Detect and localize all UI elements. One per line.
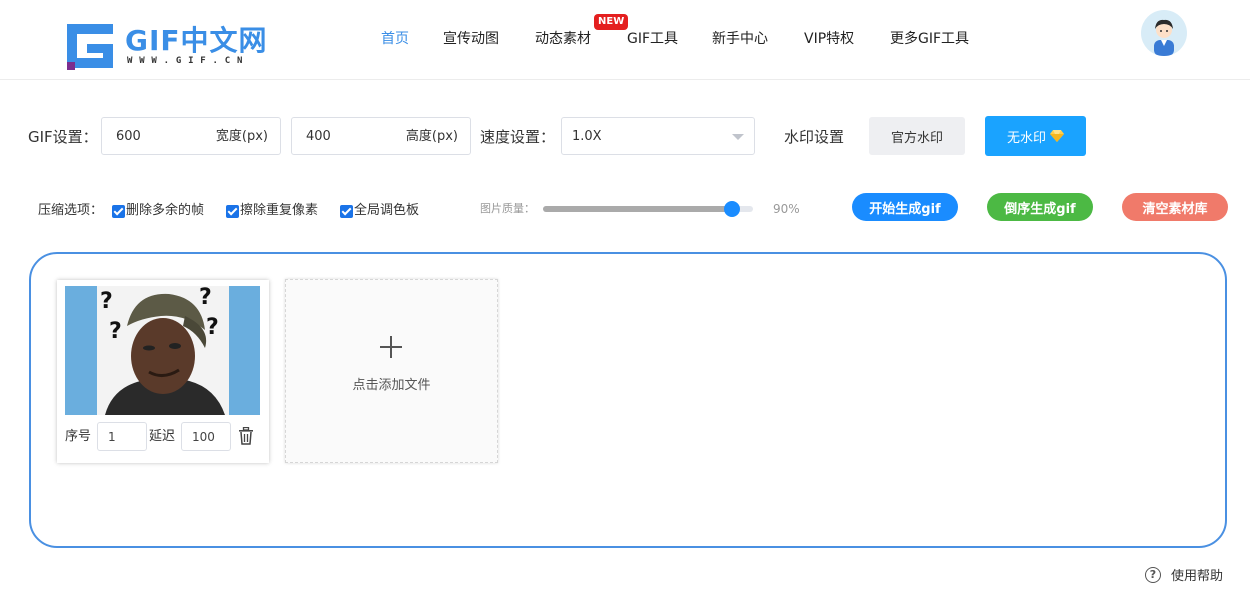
quality-slider-track[interactable] [543,206,753,212]
svg-text:?: ? [206,315,219,340]
gif-settings-label: GIF设置： [28,128,98,146]
svg-text:?: ? [100,289,113,314]
start-generate-gif-button[interactable]: 开始生成gif [852,193,958,221]
checkbox-label: 删除多余的帧 [126,203,205,218]
order-value: 1 [108,430,116,444]
help-link[interactable]: ? 使用帮助 [1145,565,1223,584]
trash-icon[interactable] [238,427,254,445]
logo-title: GIF中文网 [125,24,268,57]
frame-thumbnail[interactable]: ? ? ? ? [65,286,260,415]
nav-promo-gifs[interactable]: 宣传动图 [443,29,499,49]
add-file-card[interactable]: 点击添加文件 [285,279,498,463]
speed-select[interactable]: 1.0X [561,117,755,155]
help-label: 使用帮助 [1171,569,1224,584]
delay-input[interactable]: 100 [181,422,231,451]
reverse-generate-gif-button[interactable]: 倒序生成gif [987,193,1093,221]
height-input[interactable]: 400 高度(px) [291,117,471,155]
svg-text:?: ? [109,319,122,344]
official-watermark-label: 官方水印 [890,130,943,146]
width-unit-label: 宽度(px) [215,129,268,144]
image-quality-label: 图片质量： [480,202,535,215]
frame-card[interactable]: ? ? ? ? 序号 1 延迟 100 [57,280,269,463]
question-circle-icon: ? [1145,566,1161,583]
checkbox-label: 全局调色板 [354,203,420,218]
height-value: 400 [306,129,331,144]
quality-slider-thumb[interactable] [724,201,740,217]
order-label: 序号 [65,429,92,444]
svg-text:?: ? [199,286,212,310]
watermark-settings-label: 水印设置 [784,128,845,146]
order-input[interactable]: 1 [97,422,147,451]
nav-gif-tools[interactable]: GIF工具 [627,29,678,49]
delay-label: 延迟 [149,429,176,444]
confused-face-image: ? ? ? ? [65,286,260,415]
nav-vip[interactable]: VIP特权 [804,29,854,49]
delay-value: 100 [192,430,215,444]
quality-slider-fill [543,206,732,212]
official-watermark-button[interactable]: 官方水印 [869,117,965,155]
speed-settings-label: 速度设置： [480,128,556,146]
height-unit-label: 高度(px) [405,129,458,144]
caret-down-icon [732,134,744,140]
width-value: 600 [116,129,141,144]
user-avatar[interactable] [1141,10,1187,56]
nav-home[interactable]: 首页 [381,29,409,49]
quality-value: 90% [773,202,800,216]
logo-mark-icon [67,24,113,70]
compress-options-label: 压缩选项： [38,203,104,218]
checkbox-checked-icon [226,204,239,218]
add-file-label: 点击添加文件 [352,378,431,393]
checkbox-checked-icon [340,204,353,218]
erase-duplicate-pixels-checkbox[interactable]: 擦除重复像素 [226,202,318,220]
nav-beginner-center[interactable]: 新手中心 [712,29,768,49]
checkbox-checked-icon [112,204,125,218]
speed-value: 1.0X [572,129,602,144]
site-logo[interactable]: GIF中文网 WWW.GIF.CN [67,22,267,70]
nav-dynamic-materials[interactable]: 动态素材 [535,29,591,49]
width-input[interactable]: 600 宽度(px) [101,117,281,155]
nav-more-gif-tools[interactable]: 更多GIF工具 [890,29,969,49]
plus-icon [380,336,402,358]
clear-material-library-button[interactable]: 清空素材库 [1122,193,1228,221]
diamond-icon [1050,130,1064,142]
top-header: GIF中文网 WWW.GIF.CN 首页 宣传动图 动态素材 GIF工具 新手中… [0,0,1250,80]
no-watermark-label: 无水印 [1006,130,1046,146]
logo-subtitle: WWW.GIF.CN [127,56,250,66]
no-watermark-button[interactable]: 无水印 [985,116,1086,156]
remove-extra-frames-checkbox[interactable]: 删除多余的帧 [112,202,204,220]
new-badge: NEW [594,14,629,30]
global-palette-checkbox[interactable]: 全局调色板 [340,202,419,220]
user-avatar-icon [1154,19,1174,56]
checkbox-label: 擦除重复像素 [240,203,319,218]
